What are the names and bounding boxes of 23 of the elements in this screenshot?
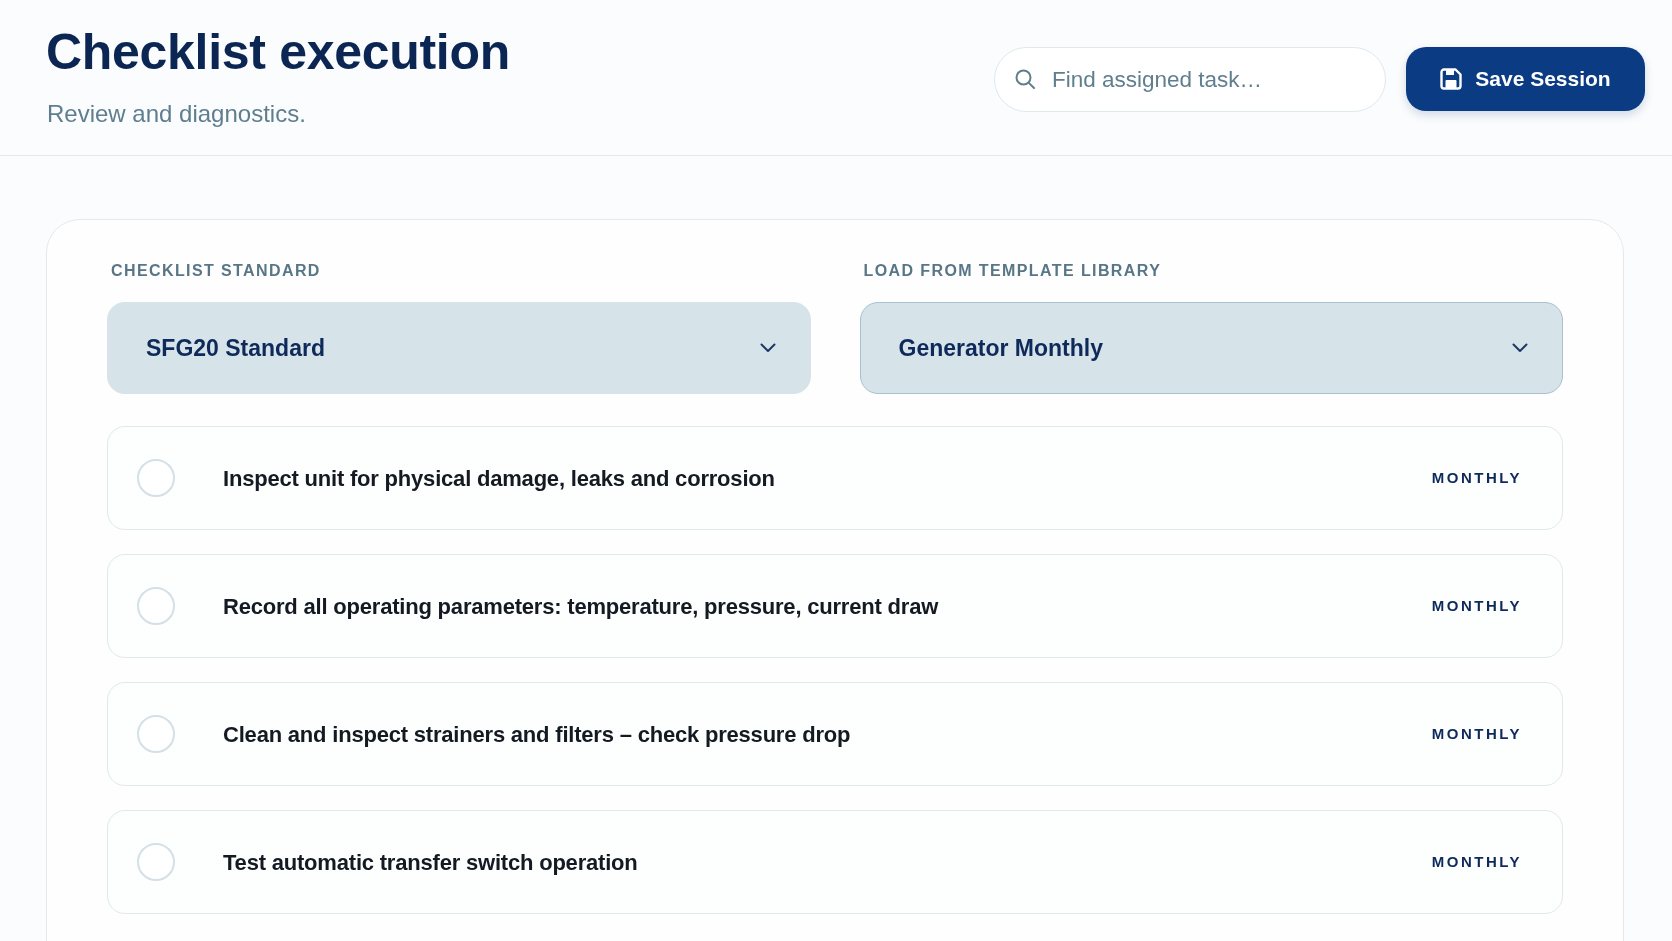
chevron-down-icon	[1512, 343, 1528, 354]
checkbox[interactable]	[137, 459, 175, 498]
frequency-label: MONTHLY	[1431, 467, 1522, 488]
dropdown-select[interactable]: Generator Monthly	[859, 302, 1563, 395]
task-text: Inspect unit for physical damage, leaks and corrosion	[223, 464, 776, 493]
search-icon	[1015, 69, 1035, 89]
frequency-label: MONTHLY	[1431, 851, 1522, 872]
chevron-down-icon	[759, 343, 776, 354]
frequency-label: MONTHLY	[1431, 723, 1522, 744]
task-text: Clean and inspect strainers and filters – check pressure drop	[223, 720, 852, 749]
save-session-button[interactable]: Save Session	[1406, 47, 1645, 111]
checkbox[interactable]	[137, 843, 175, 882]
search-field[interactable]: Find assigned task…	[994, 47, 1386, 112]
task-text: Record all operating parameters: temperature, pressure, current draw	[223, 592, 940, 621]
dropdown-select[interactable]: SFG20 Standard	[107, 302, 811, 395]
checkbox[interactable]	[137, 587, 175, 626]
page-title: Checklist execution	[46, 23, 510, 82]
frequency-label: MONTHLY	[1431, 595, 1522, 616]
field-label: LOAD FROM TEMPLATE LIBRARY	[863, 261, 1163, 281]
checkbox[interactable]	[137, 715, 175, 754]
page-subtitle: Review and diagnostics.	[47, 100, 307, 129]
field-label: CHECKLIST STANDARD	[111, 261, 322, 281]
task-text: Test automatic transfer switch operation	[223, 848, 639, 877]
